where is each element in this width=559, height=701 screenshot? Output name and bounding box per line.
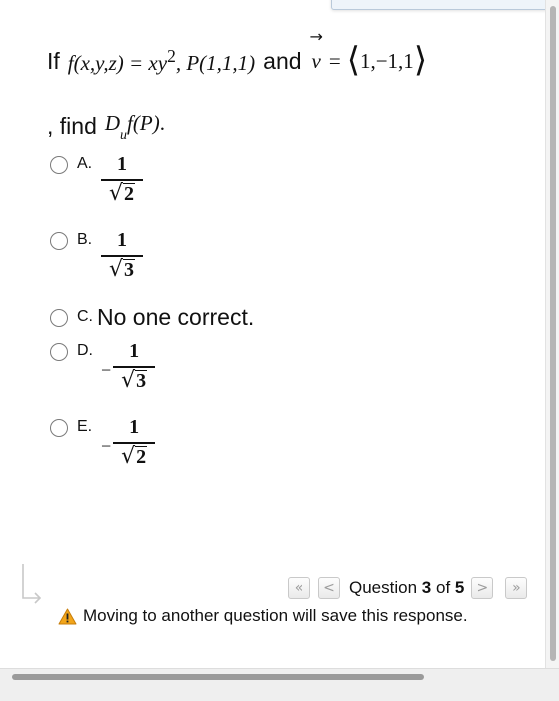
- question-position: Question 3 of 5: [349, 578, 464, 598]
- derivative-argument: f(P): [127, 111, 160, 136]
- total-questions: 5: [454, 578, 465, 597]
- option-d-denominator: √ 3: [121, 367, 148, 393]
- option-e-radicand: 2: [135, 445, 148, 468]
- question-prefix: If: [47, 47, 60, 74]
- find-text: , find: [47, 112, 97, 139]
- next-question-button[interactable]: >: [471, 577, 494, 599]
- double-chevron-right-icon: »: [512, 580, 521, 596]
- option-c-text: No one correct.: [97, 304, 255, 330]
- derivative-operator: D: [104, 111, 121, 136]
- derivative-period: .: [159, 111, 165, 136]
- option-e-letter: E.: [77, 418, 93, 435]
- sqrt-icon: √: [121, 367, 136, 393]
- option-e-radio[interactable]: [50, 419, 68, 437]
- option-b-radicand: 3: [123, 258, 136, 281]
- option-d-radio[interactable]: [50, 343, 68, 361]
- vertical-scroll-thumb[interactable]: [550, 6, 556, 661]
- directional-derivative: Duf(P).: [104, 111, 165, 143]
- option-a-denominator: √ 2: [108, 180, 136, 206]
- question-label: Question: [349, 578, 418, 597]
- option-a-fraction: 1 √ 2: [101, 153, 143, 205]
- sqrt-icon: √: [108, 256, 124, 282]
- vertical-scrollbar[interactable]: [545, 0, 559, 680]
- warning-icon: [58, 608, 77, 624]
- option-a-radio[interactable]: [50, 156, 68, 174]
- left-angle-bracket: ⟨: [346, 40, 360, 80]
- option-c-radio[interactable]: [50, 309, 68, 327]
- option-b-radio[interactable]: [50, 232, 68, 250]
- last-question-button[interactable]: »: [505, 577, 528, 599]
- conjunction: and: [263, 47, 302, 74]
- option-e-minus: −: [101, 436, 112, 456]
- option-d[interactable]: D. − 1 √ 3: [50, 340, 156, 393]
- option-b[interactable]: B. 1 √ 3: [50, 229, 143, 281]
- first-question-button[interactable]: «: [288, 577, 310, 599]
- option-e[interactable]: E. − 1 √ 2: [50, 416, 156, 469]
- option-d-letter: D.: [77, 342, 93, 359]
- option-b-denominator: √ 3: [108, 256, 136, 282]
- chevron-right-icon: >: [476, 580, 489, 596]
- option-d-radicand: 3: [135, 369, 148, 392]
- option-b-letter: B.: [77, 231, 93, 248]
- warning-text: Moving to another question will save thi…: [83, 606, 468, 625]
- question-line-2: , find Duf(P).: [47, 106, 165, 146]
- save-warning: Moving to another question will save thi…: [58, 606, 468, 626]
- horizontal-scroll-thumb[interactable]: [12, 674, 424, 680]
- function-lhs: f(x,y,z) = xy: [67, 51, 168, 75]
- option-e-numerator: 1: [129, 416, 140, 438]
- option-e-denominator: √ 2: [121, 443, 148, 469]
- option-e-fraction: 1 √ 2: [113, 416, 156, 469]
- option-a-numerator: 1: [117, 153, 127, 175]
- option-b-numerator: 1: [117, 229, 127, 251]
- right-angle-bracket: ⟩: [413, 40, 428, 80]
- top-popup-panel: [331, 0, 559, 10]
- vector-symbol: → v: [310, 27, 323, 74]
- double-chevron-left-icon: «: [294, 580, 304, 596]
- option-a-letter: A.: [77, 155, 93, 172]
- equals-sign: =: [328, 48, 341, 73]
- vector-value: 1,−1,1: [359, 48, 414, 73]
- return-arrow-icon: [22, 564, 42, 604]
- sqrt-icon: √: [108, 180, 124, 206]
- derivative-subscript: u: [120, 127, 128, 143]
- point-definition: , P(1,1,1): [175, 51, 256, 75]
- vector-name: v: [311, 48, 321, 73]
- horizontal-scrollbar[interactable]: [0, 668, 559, 701]
- option-d-numerator: 1: [129, 340, 140, 362]
- option-d-minus: −: [101, 360, 112, 380]
- question-line-1: If f(x,y,z) = xy2, P(1,1,1) and → v = ⟨ …: [47, 27, 428, 86]
- chevron-left-icon: <: [323, 580, 335, 596]
- of-text: of: [435, 578, 451, 597]
- option-a-radicand: 2: [123, 182, 136, 205]
- function-exponent: 2: [167, 46, 176, 66]
- option-d-fraction: 1 √ 3: [113, 340, 156, 393]
- sqrt-icon: √: [121, 443, 136, 469]
- function-definition: f(x,y,z) = xy2, P(1,1,1): [68, 46, 255, 76]
- option-c[interactable]: C. No one correct.: [50, 304, 255, 331]
- option-a[interactable]: A. 1 √ 2: [50, 153, 143, 205]
- previous-question-button[interactable]: <: [318, 577, 340, 599]
- vector-arrow-icon: →: [309, 26, 323, 46]
- current-question-number: 3: [421, 578, 432, 597]
- question-navigation: « < Question 3 of 5 > »: [288, 577, 528, 599]
- option-c-letter: C.: [77, 308, 93, 325]
- option-b-fraction: 1 √ 3: [101, 229, 143, 281]
